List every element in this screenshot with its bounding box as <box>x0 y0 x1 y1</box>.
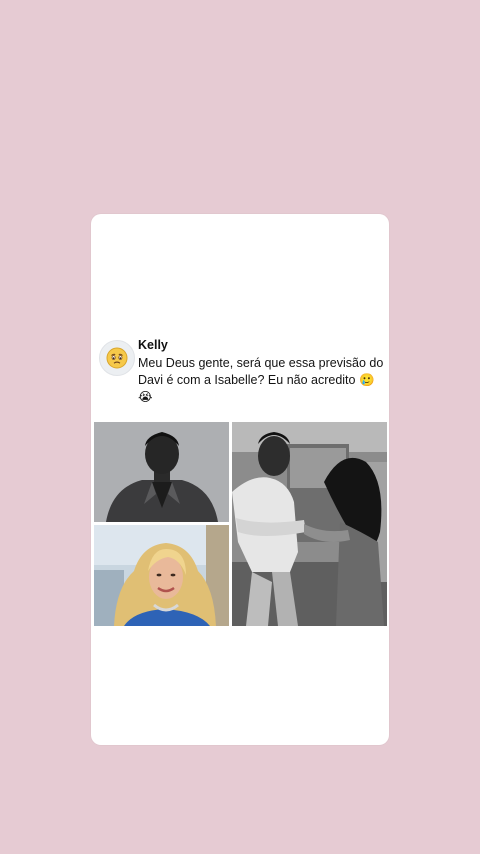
author-name[interactable]: Kelly <box>138 338 168 352</box>
post-card: Kelly Meu Deus gente, será que essa prev… <box>91 214 389 745</box>
photo-blonde-woman[interactable] <box>94 525 229 626</box>
worried-face-emoji-icon <box>106 347 128 369</box>
post-text: Meu Deus gente, será que essa previsão d… <box>138 356 384 404</box>
photo-couple-room[interactable] <box>232 422 387 626</box>
photo-man-suit[interactable] <box>94 422 229 522</box>
avatar[interactable] <box>99 340 135 376</box>
